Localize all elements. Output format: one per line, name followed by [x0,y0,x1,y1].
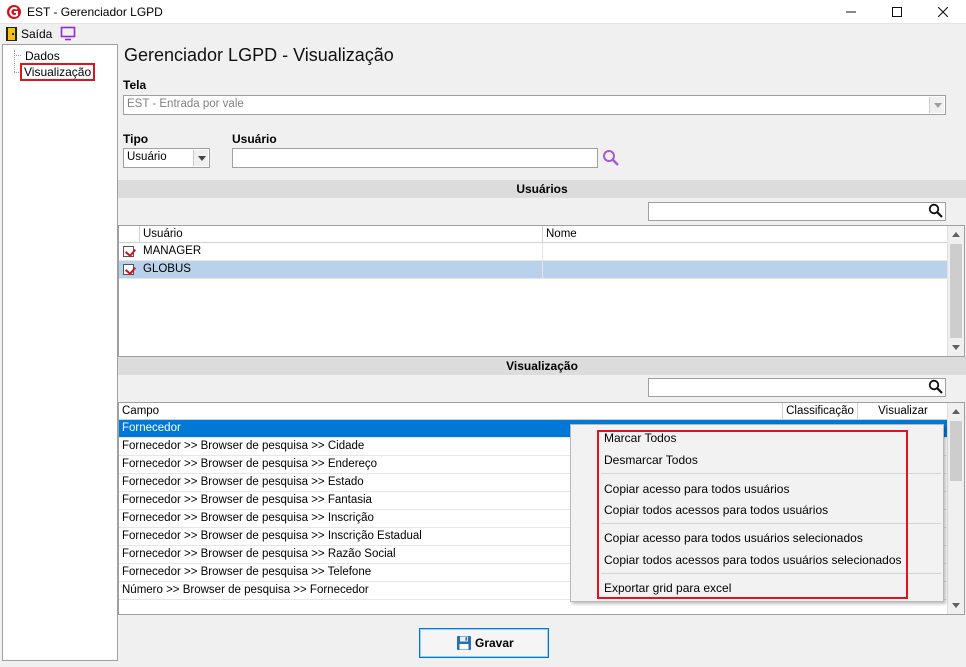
scroll-thumb[interactable] [950,421,962,481]
window-title: EST - Gerenciador LGPD [27,5,163,19]
minimize-button[interactable] [828,0,874,24]
tree-connector [14,50,15,72]
users-grid-header: Usuário Nome [119,226,964,243]
monitor-icon[interactable] [60,26,76,41]
row-checkbox[interactable] [123,264,134,275]
visualizacao-section-header: Visualização [118,357,966,375]
close-button[interactable] [920,0,966,24]
users-grid: Usuário Nome MANAGER GLOBUS [118,225,965,357]
scroll-thumb[interactable] [950,244,962,338]
visualizacao-grid-header: Campo Classificação Visualizar [119,403,964,420]
users-scrollbar[interactable] [947,226,964,356]
user-name-cell [543,261,943,279]
floppy-disk-icon [457,636,471,650]
user-login-cell: GLOBUS [140,261,543,279]
row-checkbox[interactable] [123,246,134,257]
usuario-input[interactable] [232,148,598,168]
scroll-down-icon[interactable] [948,339,964,356]
navigation-tree: Dados Visualização [2,44,118,661]
users-col-nome[interactable]: Nome [543,226,949,243]
tipo-select-value: Usuário [127,151,167,163]
exit-door-icon[interactable] [6,27,17,41]
app-logo-icon [7,5,21,19]
col-classificacao[interactable]: Classificação [783,403,858,420]
minimize-icon [846,11,856,13]
exit-menu-item[interactable]: Saída [21,27,52,41]
usuario-label: Usuário [232,132,277,146]
col-visualizar[interactable]: Visualizar [858,403,948,420]
close-icon [937,6,949,18]
table-row[interactable]: MANAGER [119,243,964,261]
tree-item-dados[interactable]: Dados [22,48,63,64]
users-search-input[interactable] [648,202,946,221]
users-col-check [119,226,140,243]
tipo-label: Tipo [123,132,149,146]
search-icon[interactable] [928,379,944,395]
users-section-header: Usuários [118,180,966,198]
search-icon[interactable] [602,149,620,167]
tela-select[interactable]: EST - Entrada por vale [123,95,946,115]
annotation-highlight-box [597,430,908,599]
tree-item-visualizacao[interactable]: Visualização [20,63,96,81]
tipo-select[interactable]: Usuário [123,148,210,168]
scroll-up-icon[interactable] [948,403,964,420]
maximize-button[interactable] [874,0,920,24]
save-button-label: Gravar [475,636,514,650]
search-icon[interactable] [928,203,944,219]
visualizacao-scrollbar[interactable] [947,403,964,614]
title-bar: EST - Gerenciador LGPD [0,0,966,24]
menu-bar: Saída [0,24,966,44]
tree-connector [14,55,21,56]
page-title: Gerenciador LGPD - Visualização [124,45,394,65]
scroll-up-icon[interactable] [948,226,964,243]
user-login-cell: MANAGER [140,243,543,261]
maximize-icon [892,7,902,17]
users-col-usuario[interactable]: Usuário [140,226,543,243]
tela-label: Tela [123,78,147,92]
scroll-down-icon[interactable] [948,597,964,614]
col-campo[interactable]: Campo [119,403,783,420]
chevron-down-icon[interactable] [929,97,944,113]
chevron-down-icon[interactable] [193,150,208,166]
visualizacao-search-input[interactable] [648,378,946,397]
save-button[interactable]: Gravar [419,628,549,658]
table-row[interactable]: GLOBUS [119,261,964,279]
user-name-cell [543,243,943,261]
tela-select-value: EST - Entrada por vale [127,98,244,110]
